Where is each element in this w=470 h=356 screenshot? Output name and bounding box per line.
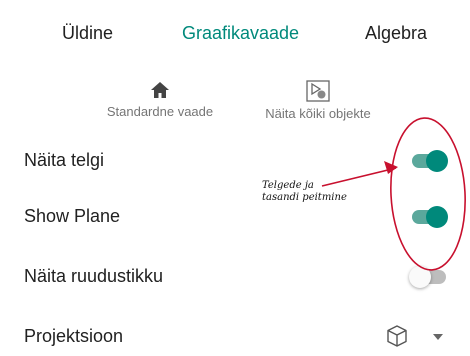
annotation-text: Telgede ja tasandi peitmine	[262, 180, 347, 204]
tab-general[interactable]: Üldine	[62, 21, 113, 45]
home-icon	[151, 82, 169, 98]
show-grid-toggle[interactable]	[409, 266, 448, 288]
settings-row-show-axes: Näita telgi	[0, 140, 470, 180]
toggle-knob	[426, 150, 448, 172]
standard-view-button[interactable]: Standardne vaade	[96, 80, 224, 119]
toggle-knob	[409, 266, 431, 288]
tab-graphics[interactable]: Graafikavaade	[182, 21, 299, 45]
tab-bar: Üldine Graafikavaade Algebra	[0, 0, 470, 70]
projection-label: Projektsioon	[24, 326, 124, 346]
show-axes-toggle[interactable]	[412, 150, 448, 172]
standard-view-label: Standardne vaade	[106, 104, 214, 119]
quick-actions: Standardne vaade Näita kõiki objekte	[0, 80, 470, 130]
settings-row-show-grid: Näita ruudustikku	[0, 256, 470, 296]
toggle-knob	[426, 206, 448, 228]
annotation-line-2: tasandi peitmine	[262, 192, 347, 203]
show-plane-toggle[interactable]	[412, 206, 448, 228]
tab-algebra[interactable]: Algebra	[365, 21, 427, 45]
show-plane-label: Show Plane	[24, 206, 121, 226]
settings-row-projection: Projektsioon	[0, 316, 470, 356]
show-axes-label: Näita telgi	[24, 150, 105, 170]
chevron-down-icon[interactable]	[432, 333, 444, 341]
show-all-objects-button[interactable]: Näita kõiki objekte	[248, 80, 388, 121]
annotation-line-1: Telgede ja	[262, 180, 314, 191]
show-all-objects-icon	[306, 80, 330, 102]
show-all-objects-label: Näita kõiki objekte	[265, 106, 371, 121]
settings-row-show-plane: Show Plane	[0, 196, 470, 236]
cube-icon[interactable]	[386, 324, 408, 348]
show-grid-label: Näita ruudustikku	[24, 266, 164, 286]
